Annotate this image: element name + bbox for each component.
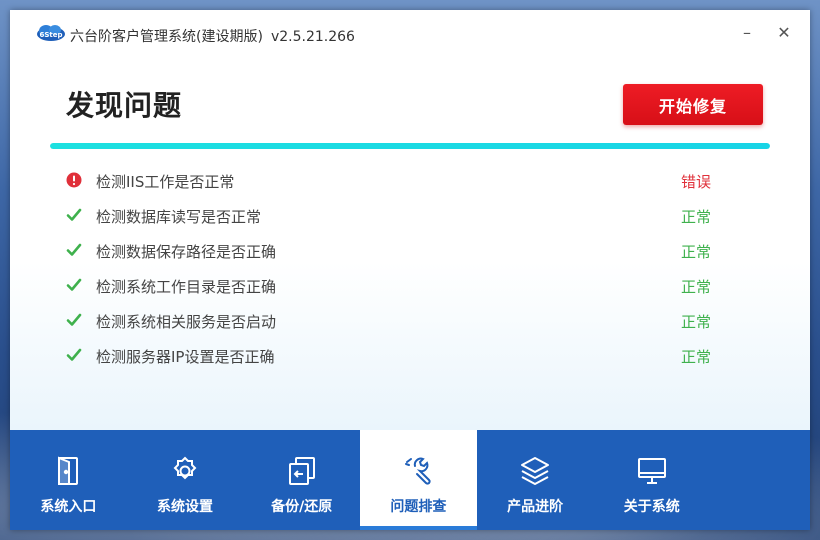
checkmark-icon [66,207,82,223]
check-label: 检测IIS工作是否正常 [96,173,235,191]
nav-label: 系统入口 [40,499,97,515]
check-row: 检测数据保存路径是否正确 正常 [10,233,810,268]
monitor-icon [635,454,669,488]
app-title: 六台阶客户管理系统(建设期版) v2.5.21.266 [70,26,355,46]
progress-fill [50,143,770,149]
layers-icon [518,454,552,488]
check-row: 检测系统相关服务是否启动 正常 [10,303,810,338]
check-status: 正常 [681,278,712,296]
progress-bar [50,143,770,149]
wrench-icon [401,454,435,488]
app-name: 六台阶客户管理系统(建设期版) [70,29,263,45]
app-version: v2.5.21.266 [270,29,355,45]
minimize-button[interactable]: – [736,22,758,44]
check-label: 检测系统工作目录是否正确 [96,278,277,296]
nav-item-3[interactable]: 备份/还原 [243,430,360,530]
check-row: 检测IIS工作是否正常 错误 [10,163,810,198]
nav-label: 产品进阶 [507,499,564,515]
nav-item-1[interactable]: 系统入口 [10,430,127,530]
check-row: 检测服务器IP设置是否正确 正常 [10,338,810,373]
check-status: 正常 [681,208,712,226]
window-body: 6Step 六台阶客户管理系统(建设期版) v2.5.21.266 – ✕ 发现问… [10,10,810,430]
gear-icon [168,454,202,488]
checkmark-icon [66,347,82,363]
error-icon [66,172,82,188]
check-status: 正常 [681,313,712,331]
check-label: 检测数据保存路径是否正确 [96,243,277,261]
check-list: 检测IIS工作是否正常 错误 检测数据库读写是否正常 正常 检测数据保存路径是否正确 正常… [10,163,810,373]
title-bar: 6Step 六台阶客户管理系统(建设期版) v2.5.21.266 – ✕ [10,10,810,58]
checkmark-icon [66,242,82,258]
check-label: 检测服务器IP设置是否正确 [96,348,275,366]
check-label: 检测数据库读写是否正常 [96,208,262,226]
check-status: 错误 [681,173,712,191]
app-window: 6Step 六台阶客户管理系统(建设期版) v2.5.21.266 – ✕ 发现问… [10,10,810,530]
svg-text:6Step: 6Step [39,31,62,39]
nav-item-4[interactable]: 问题排查 [360,430,477,530]
start-repair-button[interactable]: 开始修复 [623,84,763,125]
checkmark-icon [66,277,82,293]
nav-label: 备份/还原 [271,499,333,515]
close-button[interactable]: ✕ [773,22,795,44]
nav-item-5[interactable]: 产品进阶 [477,430,594,530]
cloud-logo-icon: 6Step [37,25,65,41]
page-title: 发现问题 [66,89,183,122]
nav-item-2[interactable]: 系统设置 [127,430,244,530]
door-icon [51,454,85,488]
check-status: 正常 [681,348,712,366]
bottom-nav: 系统入口 系统设置 备份/还原 问题排查 产品进阶 关于系统 [10,430,810,530]
check-label: 检测系统相关服务是否启动 [96,313,277,331]
check-row: 检测系统工作目录是否正确 正常 [10,268,810,303]
nav-label: 问题排查 [390,499,447,515]
nav-item-6[interactable]: 关于系统 [593,430,710,530]
checkmark-icon [66,312,82,328]
check-row: 检测数据库读写是否正常 正常 [10,198,810,233]
backup-icon [285,454,319,488]
nav-label: 系统设置 [157,499,214,515]
check-status: 正常 [681,243,712,261]
nav-label: 关于系统 [623,499,680,515]
